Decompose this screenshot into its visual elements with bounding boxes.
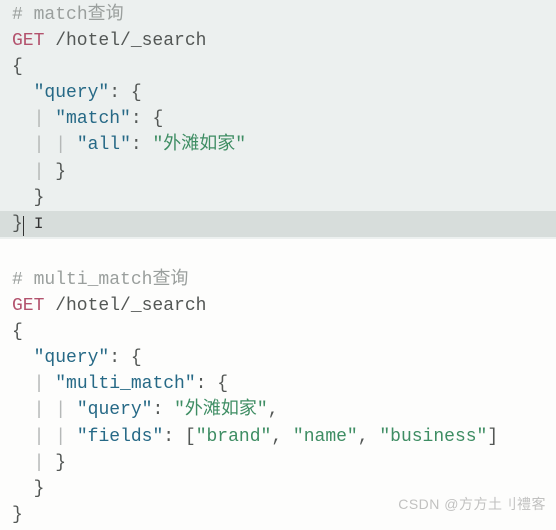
code-line: | | "all": "外滩如家" bbox=[12, 132, 544, 158]
code-line: | } bbox=[12, 450, 544, 476]
code-line: | "match": { bbox=[12, 106, 544, 132]
code-line-active: } I bbox=[0, 211, 556, 237]
json-string: "brand" bbox=[196, 427, 272, 447]
code-line bbox=[12, 241, 544, 267]
indent-guide: | bbox=[55, 135, 66, 155]
code-line: | | "fields": ["brand", "name", "busines… bbox=[12, 424, 544, 450]
json-key: "query" bbox=[34, 348, 110, 368]
text-cursor bbox=[23, 216, 25, 236]
code-line: GET /hotel/_search bbox=[12, 293, 544, 319]
json-string: "business" bbox=[379, 427, 487, 447]
json-key: "multi_match" bbox=[55, 374, 195, 394]
json-string: "name" bbox=[293, 427, 358, 447]
code-block-1: # match查询 GET /hotel/_search { "query": … bbox=[0, 0, 556, 239]
indent-guide: | bbox=[34, 374, 45, 394]
code-line: { bbox=[12, 319, 544, 345]
code-line: # multi_match查询 bbox=[12, 267, 544, 293]
indent-guide: | bbox=[34, 453, 45, 473]
comment: # match查询 bbox=[12, 5, 124, 25]
comment: # multi_match查询 bbox=[12, 270, 188, 290]
http-method: GET bbox=[12, 31, 44, 51]
json-key: "query" bbox=[77, 400, 153, 420]
code-line: # match查询 bbox=[12, 2, 544, 28]
code-line: "query": { bbox=[12, 345, 544, 371]
json-key: "all" bbox=[77, 135, 131, 155]
json-key: "query" bbox=[34, 83, 110, 103]
code-line: { bbox=[12, 54, 544, 80]
indent-guide: | bbox=[55, 427, 66, 447]
code-line: GET /hotel/_search bbox=[12, 28, 544, 54]
code-block-2: # multi_match查询 GET /hotel/_search { "qu… bbox=[0, 239, 556, 530]
indent-guide: | bbox=[34, 135, 45, 155]
json-key: "fields" bbox=[77, 427, 163, 447]
json-key: "match" bbox=[55, 109, 131, 129]
indent-guide: | bbox=[34, 162, 45, 182]
request-path: /hotel/_search bbox=[44, 31, 206, 51]
json-string: "外滩如家" bbox=[152, 135, 246, 155]
code-line: | | "query": "外滩如家", bbox=[12, 397, 544, 423]
indent-guide: | bbox=[34, 109, 45, 129]
request-path: /hotel/_search bbox=[44, 296, 206, 316]
code-line: "query": { bbox=[12, 80, 544, 106]
text-caret-icon: I bbox=[24, 213, 43, 236]
code-line: } bbox=[12, 185, 544, 211]
watermark: CSDN @方方土刂禮客 bbox=[398, 494, 546, 514]
code-line: | } bbox=[12, 159, 544, 185]
json-string: "外滩如家" bbox=[174, 400, 268, 420]
code-line: | "multi_match": { bbox=[12, 371, 544, 397]
indent-guide: | bbox=[55, 400, 66, 420]
http-method: GET bbox=[12, 296, 44, 316]
indent-guide: | bbox=[34, 400, 45, 420]
indent-guide: | bbox=[34, 427, 45, 447]
